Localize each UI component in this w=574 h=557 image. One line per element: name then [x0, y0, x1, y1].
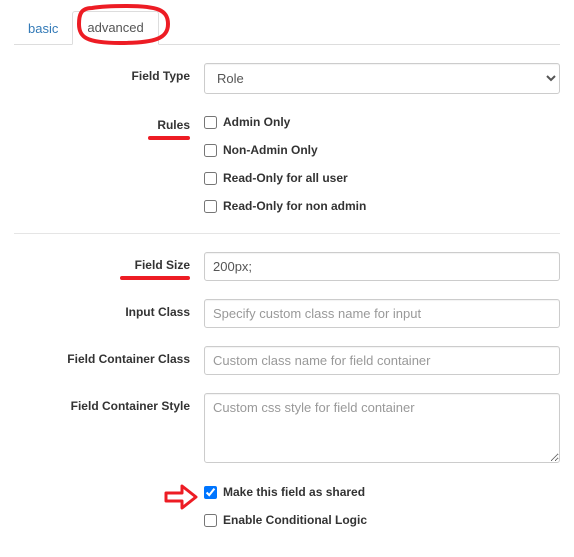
tab-advanced[interactable]: advanced — [72, 11, 158, 45]
make-shared-label: Make this field as shared — [223, 485, 365, 499]
rule-admin-only-label: Admin Only — [223, 115, 290, 129]
enable-conditional-checkbox[interactable] — [204, 514, 217, 527]
rule-readonly-nonadmin-checkbox[interactable] — [204, 200, 217, 213]
input-class-label: Input Class — [14, 299, 204, 319]
tab-basic[interactable]: basic — [14, 13, 72, 45]
container-style-textarea[interactable] — [204, 393, 560, 463]
rule-non-admin-only-label: Non-Admin Only — [223, 143, 318, 157]
field-type-select[interactable]: Role — [204, 63, 560, 94]
rule-readonly-all-checkbox[interactable] — [204, 172, 217, 185]
rule-readonly-nonadmin-label: Read-Only for non admin — [223, 199, 366, 213]
rule-non-admin-only-checkbox[interactable] — [204, 144, 217, 157]
container-class-label: Field Container Class — [14, 346, 204, 366]
rule-readonly-all-label: Read-Only for all user — [223, 171, 348, 185]
rules-label: Rules — [14, 112, 204, 132]
enable-conditional-label: Enable Conditional Logic — [223, 513, 367, 527]
make-shared-checkbox[interactable] — [204, 486, 217, 499]
tab-bar: basic advanced — [14, 10, 560, 45]
annotation-underline-fieldsize — [120, 276, 190, 280]
rule-admin-only-checkbox[interactable] — [204, 116, 217, 129]
container-style-label: Field Container Style — [14, 393, 204, 413]
annotation-arrow — [164, 484, 198, 510]
field-size-input[interactable] — [204, 252, 560, 281]
field-type-label: Field Type — [14, 63, 204, 83]
section-separator — [14, 233, 560, 234]
container-class-input[interactable] — [204, 346, 560, 375]
input-class-input[interactable] — [204, 299, 560, 328]
field-size-label: Field Size — [14, 252, 204, 272]
annotation-underline-rules — [148, 136, 190, 140]
